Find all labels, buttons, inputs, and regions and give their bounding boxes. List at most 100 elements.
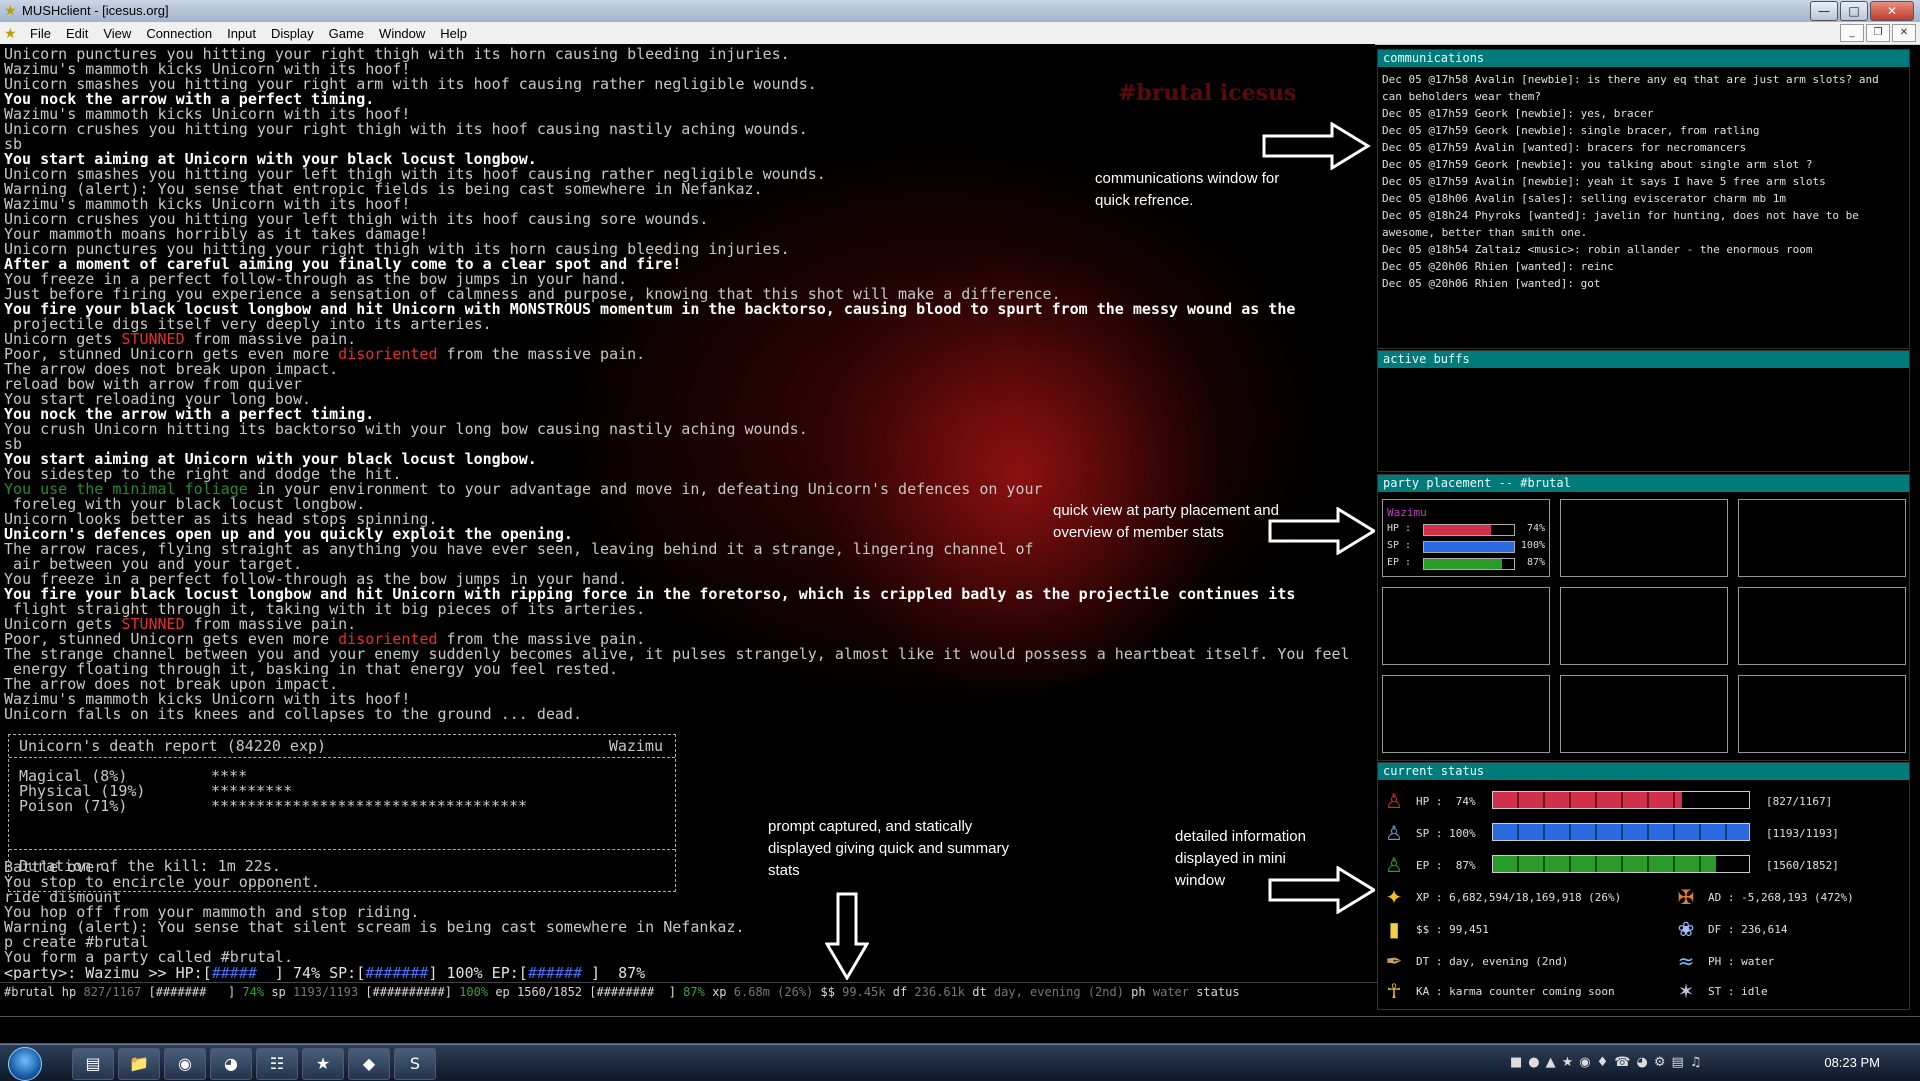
status-sp-pct: 100% [451, 985, 489, 999]
status-hp-bar [1492, 791, 1750, 809]
menu-input[interactable]: Input [227, 26, 256, 41]
hp-figure-icon: ♙ [1385, 789, 1403, 813]
status-money-row: ▮ $$ : 99,451 [1382, 917, 1662, 945]
tray-icon[interactable]: ◕ [1637, 1055, 1648, 1070]
status-money: $$ : 99,451 [1416, 923, 1489, 936]
prompt-line: <party>: Wazimu >> HP:[##### ] 74% SP:[#… [4, 964, 645, 981]
status-st-label: status [1188, 985, 1240, 999]
menu-file[interactable]: File [30, 26, 51, 41]
status-hp-value: 827/1167 [83, 985, 142, 999]
mdi-close-button[interactable]: ✕ [1892, 24, 1916, 42]
comm-message: Dec 05 @20h06 Rhien [wanted]: reinc [1382, 260, 1614, 273]
maximize-button[interactable]: □ [1840, 1, 1868, 21]
communications-window[interactable]: communications Dec 05 @17h58 Avalin [new… [1377, 49, 1910, 349]
green-app-icon[interactable]: ◉ [164, 1048, 206, 1080]
chrome-icon[interactable]: ◕ [210, 1048, 252, 1080]
skype-icon[interactable]: S [394, 1048, 436, 1080]
folder-icon[interactable]: 📁 [118, 1048, 160, 1080]
diamond-app-icon[interactable]: ◆ [348, 1048, 390, 1080]
show-desktop-icon[interactable]: ▤ [72, 1048, 114, 1080]
start-button[interactable] [8, 1047, 42, 1081]
party-slot-empty[interactable] [1738, 587, 1906, 665]
active-buffs-window[interactable]: active buffs [1377, 350, 1910, 472]
status-hp-label: HP : 74% [1416, 795, 1476, 808]
mdi-minimize-button[interactable]: _ [1840, 24, 1864, 42]
ep-figure-icon: ♙ [1385, 853, 1403, 877]
app-icon: ★ [4, 2, 17, 18]
output-line: Unicorn falls on its knees and collapses… [4, 705, 582, 723]
report-title: Unicorn's death report (84220 exp) [19, 737, 327, 755]
mushclient-icon[interactable]: ★ [4, 25, 20, 41]
party-sp-bar [1423, 541, 1515, 553]
command-input[interactable] [0, 1016, 1920, 1044]
tray-icon[interactable]: ☎ [1614, 1055, 1630, 1070]
status-dt-label: dt [965, 985, 994, 999]
tray-icon[interactable]: ★ [1562, 1055, 1574, 1070]
tray-icon[interactable]: ♦ [1597, 1055, 1609, 1070]
report-poison-label: Poison (71%) [19, 797, 128, 815]
comm-message: Dec 05 @18h06 Avalin [sales]: selling ev… [1382, 192, 1786, 205]
comm-message: Dec 05 @18h24 Phyroks [wanted]: javelin … [1382, 209, 1866, 239]
close-button[interactable]: ✕ [1870, 1, 1914, 21]
tray-icon[interactable]: ⚙ [1654, 1055, 1666, 1070]
status-hp-abs: [827/1167] [1766, 795, 1833, 808]
network-icon[interactable]: ▤ [1672, 1055, 1684, 1070]
menu-display[interactable]: Display [271, 26, 314, 41]
tray-icon[interactable]: ◉ [1579, 1055, 1590, 1070]
party-placement-window[interactable]: party placement -- #brutal Wazimu HP : 7… [1377, 474, 1910, 761]
party-ep-row: EP : 87% [1387, 556, 1547, 570]
status-sp-row: ♙ SP : 100% [1193/1193] [1382, 821, 1902, 849]
status-df: DF : 236,614 [1708, 923, 1788, 936]
comm-message: Dec 05 @17h59 Geork [newbie]: you talkin… [1382, 158, 1813, 171]
status-xp-label: xp [704, 985, 734, 999]
status-sp-label: sp [264, 985, 294, 999]
tray-icon[interactable]: ■ [1510, 1055, 1522, 1070]
prompt-sp-rest: ] 100% EP:[ [428, 964, 528, 981]
party-hp-pct: 74% [1526, 523, 1545, 534]
mushclient-taskbar-icon[interactable]: ★ [302, 1048, 344, 1080]
status-st-row: ✶ ST : idle [1674, 979, 1904, 1007]
comm-message: Dec 05 @18h54 Zaltaiz <music>: robin all… [1382, 243, 1813, 256]
menu-window[interactable]: Window [379, 26, 425, 41]
current-status-window[interactable]: current status ♙ HP : 74% [827/1167] ♙ S… [1377, 762, 1910, 1010]
communications-messages: Dec 05 @17h58 Avalin [newbie]: is there … [1378, 67, 1909, 292]
status-sp-bar: [##########] [358, 985, 452, 999]
network-app-icon[interactable]: ☷ [256, 1048, 298, 1080]
ad-cross-icon: ✠ [1677, 885, 1695, 909]
menu-view[interactable]: View [103, 26, 131, 41]
tray-icon[interactable]: ● [1528, 1055, 1539, 1070]
party-slot-member[interactable]: Wazimu HP : 74% SP : 100% EP : 87% [1382, 499, 1550, 577]
xp-star-icon: ✦ [1385, 885, 1403, 909]
prompt-hp-bar: ##### [211, 964, 257, 981]
prompt-ep-bar: ###### [527, 964, 582, 981]
comm-message: Dec 05 @17h58 Avalin [newbie]: is there … [1382, 73, 1886, 103]
game-output[interactable]: #brutal icesus Unicorn punctures you hit… [0, 44, 1375, 980]
party-slot-empty[interactable] [1560, 675, 1728, 753]
status-xp-value: 6.68m (26%) [733, 985, 814, 999]
menu-edit[interactable]: Edit [66, 26, 88, 41]
status-ph: PH : water [1708, 955, 1775, 968]
menu-game[interactable]: Game [329, 26, 364, 41]
party-slot-empty[interactable] [1738, 499, 1906, 577]
note-communications: communications window for quick refrence… [1095, 170, 1280, 209]
party-slot-empty[interactable] [1560, 587, 1728, 665]
volume-icon[interactable]: ♫ [1690, 1055, 1702, 1070]
mdi-restore-button[interactable]: ❐ [1866, 24, 1890, 42]
party-slot-empty[interactable] [1382, 587, 1550, 665]
party-slot-empty[interactable] [1382, 675, 1550, 753]
taskbar-clock[interactable]: 08:23 PM [1824, 1055, 1880, 1070]
status-ep-bar: [######## ] [582, 985, 676, 999]
menu-connection[interactable]: Connection [146, 26, 212, 41]
party-slot-empty[interactable] [1560, 499, 1728, 577]
output-line: You form a party called #brutal. [4, 948, 293, 966]
tray-icon[interactable]: ▲ [1546, 1055, 1556, 1070]
minimize-button[interactable]: — [1810, 1, 1838, 21]
party-slot-empty[interactable] [1738, 675, 1906, 753]
party-hp-row: HP : 74% [1387, 522, 1547, 536]
status-dt-row: ✒ DT : day, evening (2nd) [1382, 949, 1662, 977]
menu-help[interactable]: Help [440, 26, 467, 41]
comm-message: Dec 05 @17h59 Avalin [wanted]: bracers f… [1382, 141, 1747, 154]
window-title: MUSHclient - [icesus.org] [22, 3, 169, 18]
status-ph-row: ≈ PH : water [1674, 949, 1904, 977]
party-member-name: Wazimu [1387, 506, 1427, 519]
